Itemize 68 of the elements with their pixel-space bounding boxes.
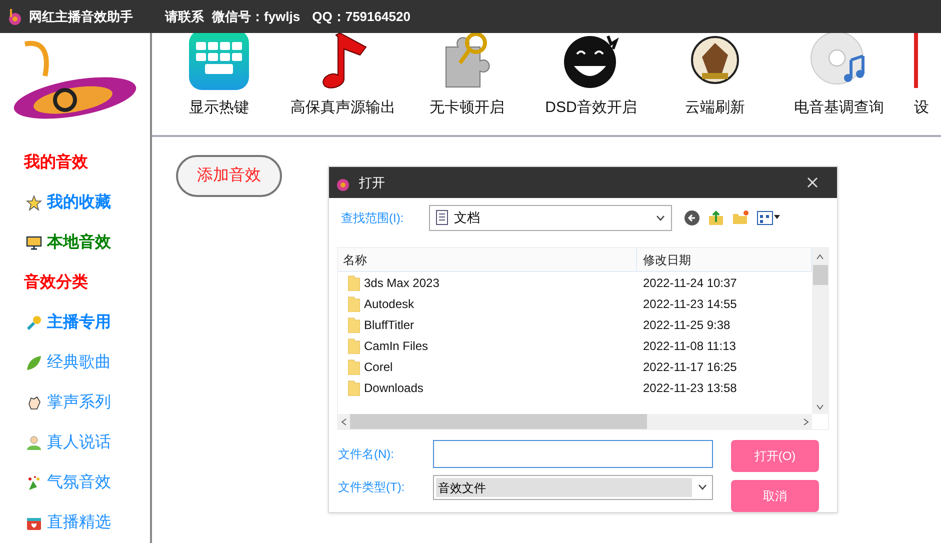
sidebar-item[interactable]: 主播专用 (47, 311, 111, 335)
up-folder-icon[interactable] (708, 210, 724, 226)
toolbar-button[interactable]: 电音基调查询 (782, 33, 896, 119)
monitor-icon (26, 235, 42, 251)
modified-date: 2022-11-23 14:55 (642, 296, 737, 312)
qq-number: QQ：759164520 (312, 8, 410, 26)
scroll-thumb[interactable] (350, 414, 647, 429)
chevron-down-icon (698, 484, 707, 490)
sidebar-item[interactable]: 我的收藏 (47, 191, 111, 215)
folder-icon (348, 316, 360, 332)
toolbar-button[interactable]: 高保真声源输出 (286, 33, 400, 119)
folder-icon (348, 358, 360, 374)
modified-date: 2022-11-23 13:58 (642, 380, 737, 396)
document-icon (436, 210, 448, 226)
app-title: 网红主播音效助手 (29, 8, 133, 26)
folder-icon (348, 274, 360, 290)
look-in-label: 查找范围(I): (341, 210, 405, 227)
contact-label: 请联系 (165, 8, 204, 26)
view-menu-icon[interactable] (757, 210, 781, 225)
folder-icon (348, 296, 360, 312)
file-name[interactable]: Corel (364, 358, 393, 376)
file-name[interactable]: 3ds Max 2023 (364, 274, 440, 292)
file-name[interactable]: CamIn Files (364, 336, 428, 354)
keyboard-icon (189, 33, 249, 90)
section-heading: 音效分类 (24, 272, 89, 293)
look-in-dropdown[interactable]: 文档 (429, 204, 672, 231)
user-icon (26, 435, 42, 451)
star-icon (26, 195, 42, 211)
smiley-face-icon (561, 33, 621, 90)
filename-label: 文件名(N): (338, 446, 395, 463)
toolbar-button[interactable]: 云端刷新 (658, 33, 772, 119)
filetype-dropdown[interactable]: 音效文件 (433, 474, 713, 500)
close-icon (806, 177, 818, 188)
confetti-icon (26, 475, 42, 491)
horizontal-scrollbar[interactable] (338, 414, 812, 429)
microphone-icon (26, 315, 42, 331)
folder-icon (348, 380, 360, 396)
new-folder-icon[interactable] (732, 210, 749, 226)
file-name[interactable]: Autodesk (364, 294, 414, 312)
modified-date: 2022-11-25 9:38 (642, 316, 730, 334)
chevron-down-icon (656, 214, 665, 221)
scroll-up-icon[interactable] (816, 254, 824, 260)
section-heading: 我的音效 (24, 152, 89, 173)
scroll-left-icon[interactable] (341, 418, 347, 426)
column-header[interactable]: 名称 (338, 248, 637, 271)
file-name[interactable]: BluffTitler (364, 316, 414, 334)
close-button[interactable] (805, 176, 819, 190)
filetype-label: 文件类型(T): (338, 479, 406, 496)
scroll-thumb[interactable] (812, 265, 828, 285)
scroll-down-icon[interactable] (816, 404, 824, 410)
toolbar-button[interactable]: 设 (914, 33, 936, 119)
toolbar-button[interactable]: 无卡顿开启 (410, 33, 524, 119)
leaf-icon (26, 355, 42, 371)
back-icon[interactable] (684, 210, 700, 226)
gift-icon (26, 515, 42, 531)
file-name[interactable]: Downloads (364, 378, 424, 396)
dialog-title: 打开 (359, 174, 385, 192)
toolbar-button[interactable]: DSD音效开启 (534, 33, 648, 119)
toolbar-button[interactable]: 显示热键 (162, 33, 276, 119)
modified-date: 2022-11-17 16:25 (642, 358, 737, 376)
scroll-right-icon[interactable] (803, 418, 809, 426)
filename-field[interactable] (433, 440, 713, 468)
modified-date: 2022-11-24 10:37 (642, 274, 737, 292)
vertical-scrollbar[interactable] (812, 248, 828, 414)
wechat-id: 微信号：fywljs (212, 8, 300, 26)
sidebar-item[interactable]: 本地音效 (47, 231, 111, 255)
folder-icon (348, 338, 360, 354)
modified-date: 2022-11-08 11:13 (642, 338, 736, 354)
